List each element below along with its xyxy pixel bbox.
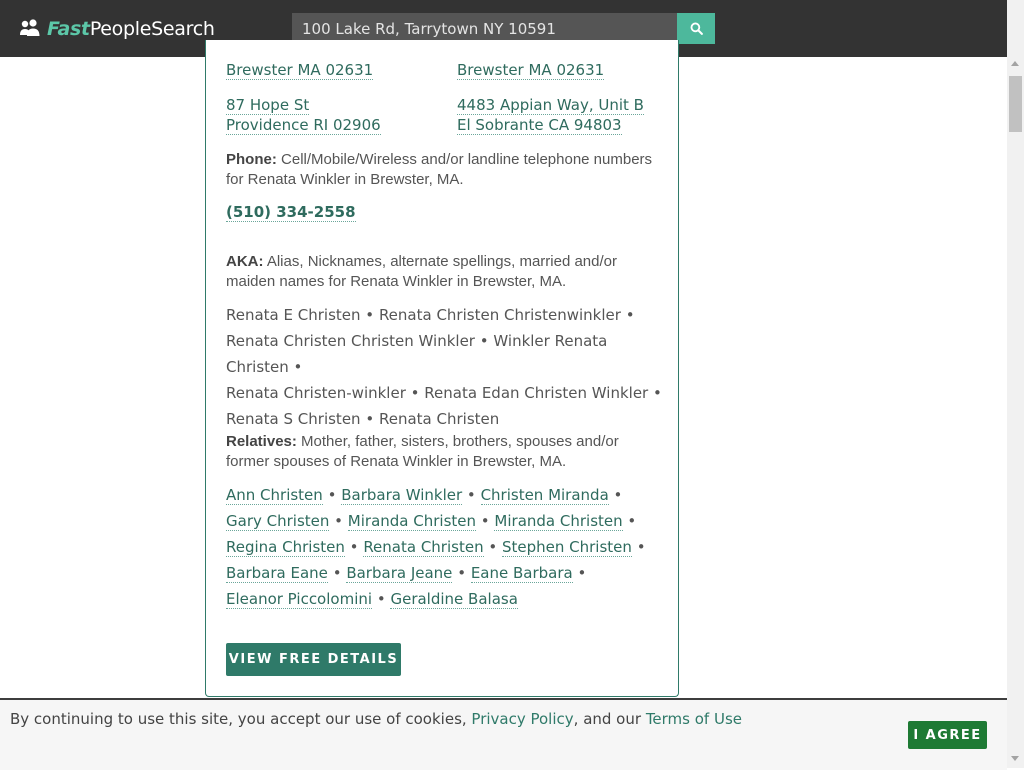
relative-link[interactable]: Miranda Christen bbox=[494, 512, 623, 531]
search-button[interactable] bbox=[677, 13, 715, 44]
search-icon bbox=[690, 22, 703, 35]
relative-link[interactable]: Geraldine Balasa bbox=[390, 590, 518, 609]
scroll-down-arrow-icon[interactable] bbox=[1011, 756, 1019, 761]
aka-name: Renata Christen bbox=[378, 410, 500, 428]
phone-description: Phone: Cell/Mobile/Wireless and/or landl… bbox=[226, 150, 666, 190]
aka-name: Renata Christen Christen Winkler bbox=[226, 332, 475, 350]
address-link[interactable]: El Sobrante CA 94803 bbox=[457, 116, 622, 135]
relative-link[interactable]: Eane Barbara bbox=[470, 564, 573, 583]
relative-link[interactable]: Regina Christen bbox=[226, 538, 345, 557]
cookie-banner: By continuing to use this site, you acce… bbox=[0, 698, 1007, 770]
logo-fast-text: Fast bbox=[47, 18, 90, 40]
relative-link[interactable]: Renata Christen bbox=[363, 538, 484, 557]
aka-description-text: Alias, Nicknames, alternate spellings, m… bbox=[226, 253, 617, 290]
address-item: Brewster MA 02631 bbox=[457, 60, 677, 80]
relative-link[interactable]: Barbara Eane bbox=[226, 564, 328, 583]
relatives-description: Relatives: Mother, father, sisters, brot… bbox=[226, 432, 666, 472]
relative-link[interactable]: Barbara Jeane bbox=[346, 564, 453, 583]
address-column-1: Brewster MA 02631 87 Hope St Providence … bbox=[226, 60, 446, 135]
view-free-details-button[interactable]: VIEW FREE DETAILS bbox=[226, 643, 401, 676]
aka-name: Renata E Christen bbox=[226, 306, 361, 324]
people-icon bbox=[20, 19, 40, 36]
phone-label: Phone: bbox=[226, 151, 277, 168]
cookie-text-mid: , and our bbox=[573, 710, 646, 728]
aka-name: Renata Christen Christenwinkler bbox=[378, 306, 621, 324]
relative-link[interactable]: Gary Christen bbox=[226, 512, 330, 531]
phone-number-link[interactable]: (510) 334-2558 bbox=[226, 203, 356, 222]
scroll-up-arrow-icon[interactable] bbox=[1011, 61, 1019, 66]
relative-link[interactable]: Stephen Christen bbox=[502, 538, 632, 557]
relatives-list: Ann Christen • Barbara Winkler • Christe… bbox=[226, 486, 646, 609]
privacy-policy-link[interactable]: Privacy Policy bbox=[471, 710, 573, 728]
relatives-label: Relatives: bbox=[226, 433, 297, 450]
address-link[interactable]: Brewster MA 02631 bbox=[457, 61, 605, 80]
aka-name: Renata S Christen bbox=[226, 410, 361, 428]
agree-button[interactable]: I AGREE bbox=[908, 721, 987, 749]
terms-of-use-link[interactable]: Terms of Use bbox=[646, 710, 742, 728]
address-item: 4483 Appian Way, Unit B El Sobrante CA 9… bbox=[457, 95, 677, 135]
phone-description-text: Cell/Mobile/Wireless and/or landline tel… bbox=[226, 151, 653, 188]
relative-link[interactable]: Eleanor Piccolomini bbox=[226, 590, 373, 609]
address-item: Brewster MA 02631 bbox=[226, 60, 446, 80]
aka-name: Renata Christen-winkler bbox=[226, 384, 406, 402]
address-link[interactable]: Providence RI 02906 bbox=[226, 116, 381, 135]
address-item: 87 Hope St Providence RI 02906 bbox=[226, 95, 446, 135]
cookie-text-before: By continuing to use this site, you acce… bbox=[10, 710, 472, 728]
address-link[interactable]: Brewster MA 02631 bbox=[226, 61, 374, 80]
relative-link[interactable]: Barbara Winkler bbox=[341, 486, 463, 505]
cookie-message: By continuing to use this site, you acce… bbox=[10, 710, 742, 728]
aka-list: Renata E Christen • Renata Christen Chri… bbox=[226, 306, 662, 428]
scrollbar-thumb[interactable] bbox=[1009, 76, 1022, 132]
logo-peoplesearch-text: PeopleSearch bbox=[89, 18, 215, 40]
address-column-2: Brewster MA 02631 4483 Appian Way, Unit … bbox=[457, 60, 677, 135]
site-logo[interactable]: Fast PeopleSearch bbox=[19, 16, 215, 42]
relative-link[interactable]: Ann Christen bbox=[226, 486, 323, 505]
relative-link[interactable]: Miranda Christen bbox=[347, 512, 476, 531]
phone-number-item: (510) 334-2558 bbox=[226, 203, 356, 222]
aka-description: AKA: Alias, Nicknames, alternate spellin… bbox=[226, 252, 666, 292]
address-link[interactable]: 4483 Appian Way, Unit B bbox=[457, 96, 644, 115]
aka-name: Renata Edan Christen Winkler bbox=[424, 384, 649, 402]
relative-link[interactable]: Christen Miranda bbox=[480, 486, 609, 505]
aka-label: AKA: bbox=[226, 253, 264, 270]
page-scrollbar[interactable] bbox=[1007, 0, 1024, 768]
address-link[interactable]: 87 Hope St bbox=[226, 96, 310, 115]
